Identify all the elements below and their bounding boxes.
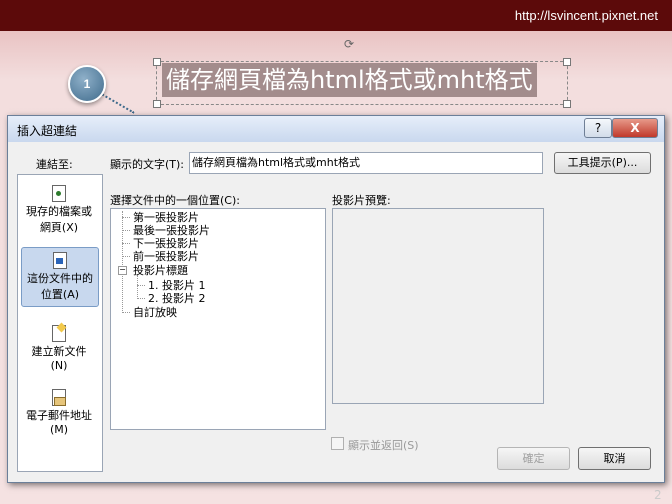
insert-hyperlink-dialog: 插入超連結 ? X 連結至: 顯示的文字(T): 儲存網頁檔為html格式或mh… [7, 115, 665, 483]
link-email-address[interactable]: 電子郵件地址 (M) [21, 389, 97, 436]
slide-preview [332, 208, 544, 404]
tree-connector [122, 217, 130, 218]
tree-connector [137, 285, 145, 286]
tree-item-last-slide[interactable]: 最後一張投影片 [133, 224, 210, 237]
email-icon [52, 389, 66, 406]
close-button[interactable]: X [612, 118, 658, 138]
link-item-label: 網頁(X) [39, 221, 79, 234]
link-existing-file[interactable]: 現存的檔案或 網頁(X) [21, 185, 97, 235]
link-item-label: 建立新文件 [31, 345, 87, 358]
ok-button[interactable]: 確定 [497, 447, 570, 470]
link-to-bar: 現存的檔案或 網頁(X) 這份文件中的 位置(A) 建立新文件 (N) 電子郵件… [17, 174, 103, 472]
link-item-label: (N) [50, 359, 68, 372]
display-text-input[interactable]: 儲存網頁檔為html格式或mht格式 [189, 152, 543, 174]
tree-item-slide-titles[interactable]: 投影片標題 [133, 264, 188, 277]
screentip-button[interactable]: 工具提示(P)... [554, 152, 651, 174]
show-and-return-label: 顯示並返回(S) [348, 439, 419, 452]
tree-item-custom-show[interactable]: 自訂放映 [133, 306, 177, 319]
tree-item-slide-2[interactable]: 2. 投影片 2 [148, 292, 206, 305]
slide-title[interactable]: 儲存網頁檔為html格式或mht格式 [162, 63, 537, 97]
tree-item-first-slide[interactable]: 第一張投影片 [133, 211, 199, 224]
display-text-label: 顯示的文字(T): [110, 158, 185, 171]
link-item-label: 這份文件中的 [27, 272, 93, 285]
link-item-label: 位置(A) [40, 288, 80, 301]
link-to-label: 連結至: [36, 158, 73, 171]
tree-item-previous-slide[interactable]: 前一張投影片 [133, 250, 199, 263]
place-label: 選擇文件中的一個位置(C): [110, 194, 240, 207]
dialog-body: 連結至: 顯示的文字(T): 儲存網頁檔為html格式或mht格式 工具提示(P… [8, 142, 664, 482]
link-item-label: (M) [49, 423, 69, 436]
tree-connector [122, 243, 130, 244]
tree-connector [122, 211, 123, 313]
show-and-return-checkbox[interactable] [331, 437, 344, 450]
blog-url: http://lsvincent.pixnet.net [514, 8, 658, 23]
page-number: 2 [654, 488, 662, 502]
link-item-label: 現存的檔案或 [26, 205, 92, 218]
cancel-button[interactable]: 取消 [578, 447, 651, 470]
tree-connector [137, 275, 138, 299]
tree-connector [137, 298, 145, 299]
resize-handle-icon[interactable] [563, 58, 571, 66]
tree-connector [122, 312, 130, 313]
document-place-icon [53, 252, 67, 269]
tree-connector [122, 256, 130, 257]
tree-connector [122, 230, 130, 231]
resize-handle-icon[interactable] [153, 58, 161, 66]
dialog-titlebar[interactable]: 插入超連結 ? X [8, 116, 664, 142]
link-item-label: 電子郵件地址 [26, 409, 92, 422]
web-page-icon [52, 185, 66, 202]
place-tree[interactable]: 第一張投影片 最後一張投影片 下一張投影片 前一張投影片 − 投影片標題 1. … [110, 208, 326, 430]
resize-handle-icon[interactable] [563, 100, 571, 108]
tree-item-next-slide[interactable]: 下一張投影片 [133, 237, 199, 250]
preview-label: 投影片預覽: [332, 194, 391, 207]
new-document-icon [52, 322, 67, 342]
resize-handle-icon[interactable] [153, 100, 161, 108]
rotate-handle-icon[interactable]: ⟳ [344, 37, 354, 51]
step-badge: 1 [68, 65, 106, 103]
tree-item-slide-1[interactable]: 1. 投影片 1 [148, 279, 206, 292]
link-new-document[interactable]: 建立新文件 (N) [21, 322, 97, 372]
link-place-in-document[interactable]: 這份文件中的 位置(A) [21, 247, 99, 307]
help-button[interactable]: ? [584, 118, 612, 138]
dialog-title: 插入超連結 [17, 124, 78, 138]
collapse-icon[interactable]: − [118, 266, 127, 275]
